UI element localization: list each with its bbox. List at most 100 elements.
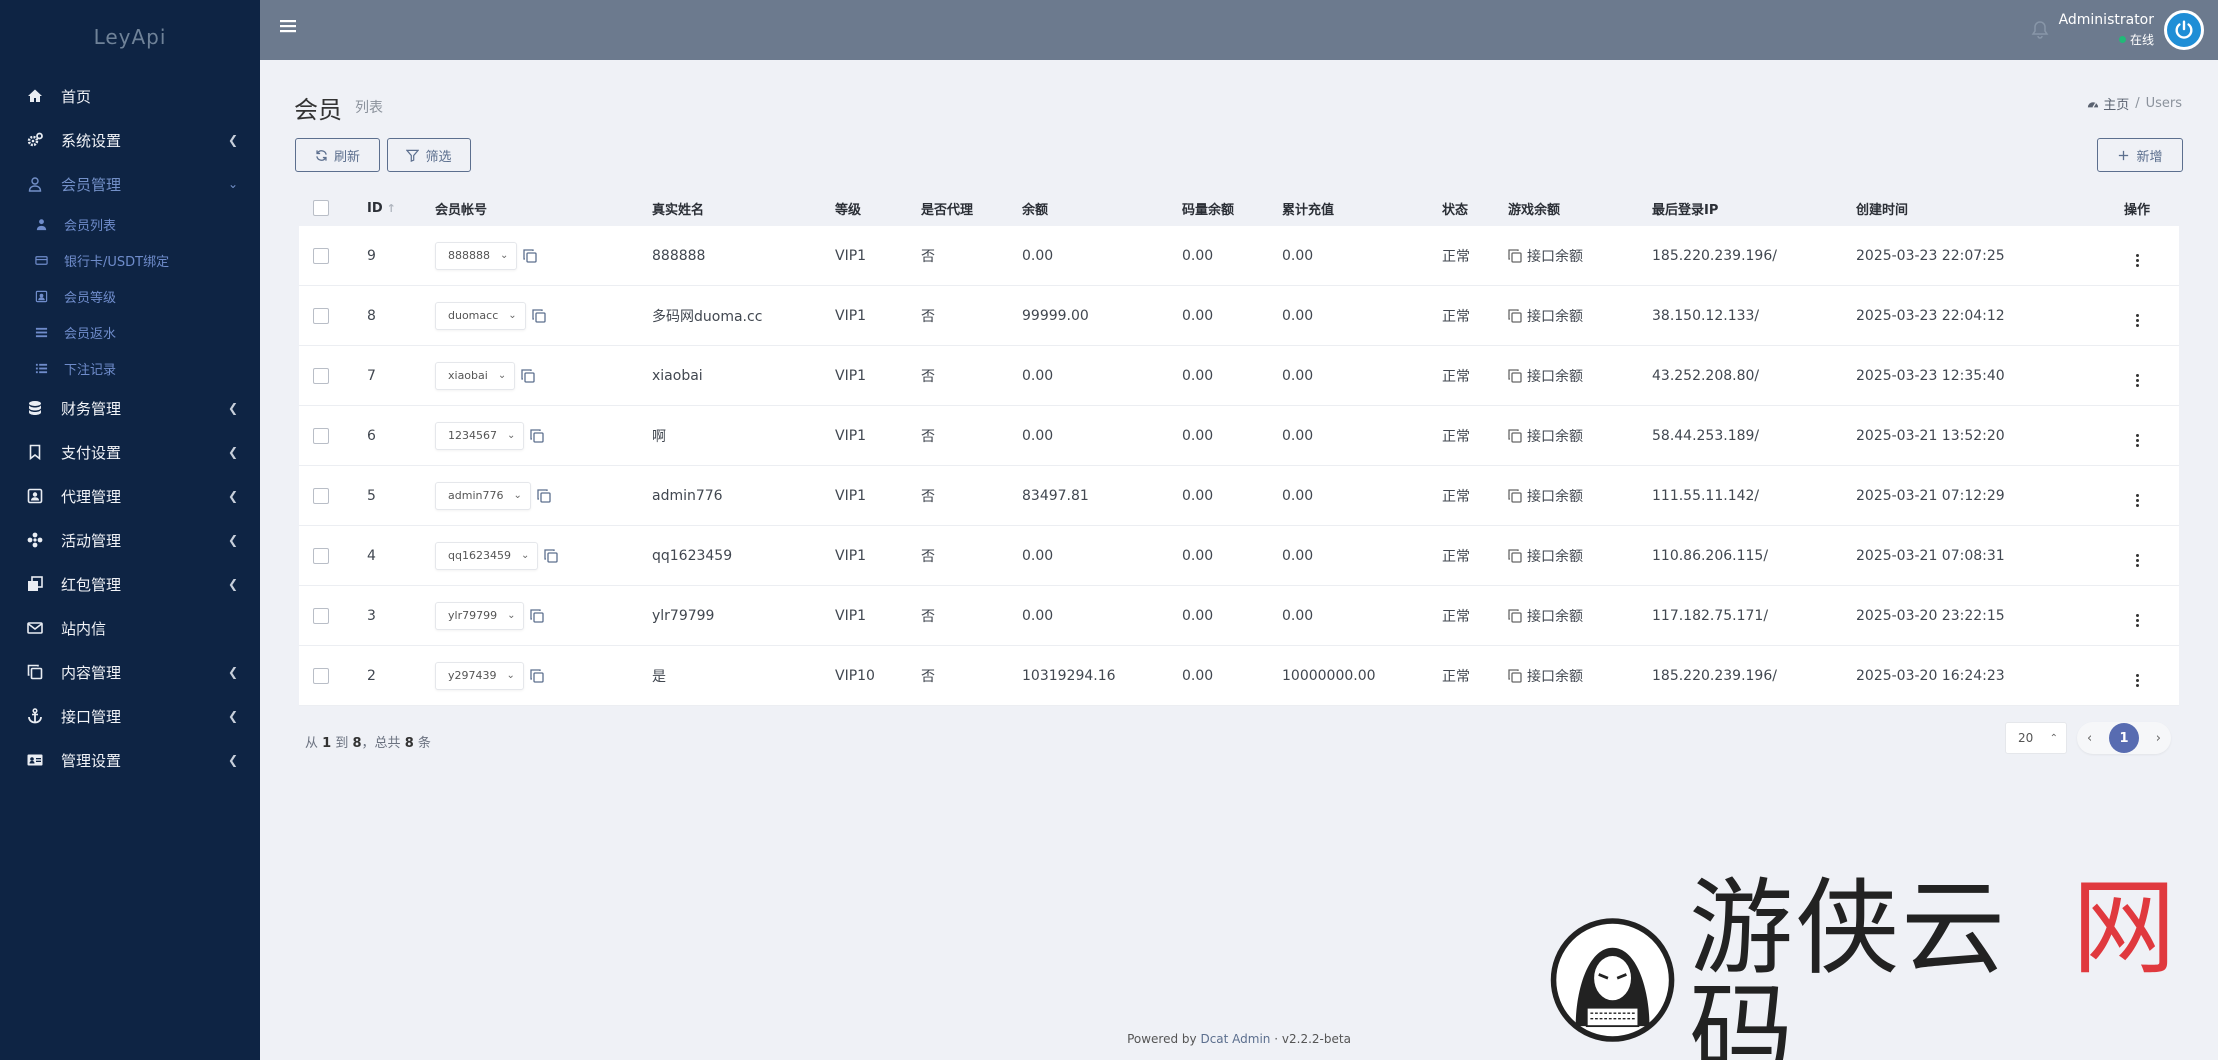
user-name[interactable]: Administrator xyxy=(2059,12,2154,28)
sidebar-item-payment[interactable]: 支付设置 ❮ xyxy=(0,430,260,474)
prev-page-icon[interactable]: ‹ xyxy=(2087,731,2092,746)
footer-product-link[interactable]: Dcat Admin xyxy=(1200,1032,1270,1046)
sidebar-item-home[interactable]: 首页 xyxy=(0,74,260,118)
sidebar-item-admin-settings[interactable]: 管理设置 ❮ xyxy=(0,738,260,782)
cell-game-balance[interactable]: 接口余额 xyxy=(1508,366,1652,386)
game-balance-link[interactable]: 接口余额 xyxy=(1527,666,1583,686)
badge-icon xyxy=(34,289,48,303)
cell-status: 正常 xyxy=(1442,668,1470,685)
bell-icon[interactable] xyxy=(2030,20,2050,40)
more-actions-icon[interactable] xyxy=(2135,673,2139,687)
more-actions-icon[interactable] xyxy=(2135,313,2139,327)
row-checkbox[interactable] xyxy=(313,367,329,384)
breadcrumb-home[interactable]: 主页 xyxy=(2087,94,2129,113)
more-actions-icon[interactable] xyxy=(2135,433,2139,447)
sidebar-item-api[interactable]: 接口管理 ❮ xyxy=(0,694,260,738)
cell-level: VIP1 xyxy=(835,247,867,264)
refresh-button[interactable]: 刷新 xyxy=(295,138,380,172)
more-actions-icon[interactable] xyxy=(2135,493,2139,507)
game-balance-link[interactable]: 接口余额 xyxy=(1527,366,1583,386)
sidebar-item-messages[interactable]: 站内信 xyxy=(0,606,260,650)
copy-icon[interactable] xyxy=(523,248,538,263)
select-all-checkbox[interactable] xyxy=(313,200,329,216)
copy-icon[interactable] xyxy=(530,668,544,683)
avatar[interactable] xyxy=(2164,10,2204,50)
sidebar-subitem-member-rebate[interactable]: 会员返水 xyxy=(0,314,260,350)
more-actions-icon[interactable] xyxy=(2135,613,2139,627)
sidebar: LeyApi 首页 系统设置 ❮ 会员管理 ⌄ 会员列表 银行卡/USDT绑定 … xyxy=(0,0,260,1060)
copy-icon xyxy=(1508,489,1522,503)
row-checkbox[interactable] xyxy=(313,547,329,564)
cell-is-agent: 否 xyxy=(921,428,935,445)
row-checkbox[interactable] xyxy=(313,487,329,504)
game-balance-link[interactable]: 接口余额 xyxy=(1527,426,1583,446)
row-checkbox[interactable] xyxy=(313,247,329,264)
cell-balance: 99999.00 xyxy=(1022,307,1089,324)
game-balance-link[interactable]: 接口余额 xyxy=(1527,606,1583,626)
account-dropdown[interactable]: y297439 ⌄ xyxy=(435,661,524,690)
cell-account: ylr79799 ⌄ xyxy=(435,601,652,630)
row-checkbox[interactable] xyxy=(313,307,329,324)
copy-icon[interactable] xyxy=(537,488,551,503)
copy-icon[interactable] xyxy=(521,368,535,383)
copy-icon[interactable] xyxy=(530,428,545,443)
cell-actions xyxy=(2097,365,2177,387)
more-actions-icon[interactable] xyxy=(2135,253,2139,267)
summary-from: 1 xyxy=(322,736,332,751)
cell-real-name: 888888 xyxy=(652,247,706,264)
row-checkbox[interactable] xyxy=(313,667,329,684)
sidebar-subitem-bank-card[interactable]: 银行卡/USDT绑定 xyxy=(0,242,260,278)
account-dropdown[interactable]: 1234567 ⌄ xyxy=(435,421,525,450)
copy-icon xyxy=(1508,249,1522,263)
watermark-text: 游侠云码网 xyxy=(1689,876,2178,1060)
per-page-select[interactable]: 20 ⌃ xyxy=(2005,722,2067,754)
page-number-current[interactable]: 1 xyxy=(2109,723,2139,753)
account-dropdown[interactable]: ylr79799 ⌄ xyxy=(435,601,525,630)
next-page-icon[interactable]: › xyxy=(2156,731,2161,746)
sidebar-item-agent[interactable]: 代理管理 ❮ xyxy=(0,474,260,518)
sidebar-item-members[interactable]: 会员管理 ⌄ xyxy=(0,162,260,206)
row-checkbox[interactable] xyxy=(313,607,329,624)
more-actions-icon[interactable] xyxy=(2135,373,2139,387)
brand-logo[interactable]: LeyApi xyxy=(0,0,260,74)
account-dropdown[interactable]: duomacc ⌄ xyxy=(435,301,526,330)
account-dropdown[interactable]: qq1623459 ⌄ xyxy=(435,541,539,570)
sidebar-subitem-member-level[interactable]: 会员等级 xyxy=(0,278,260,314)
sidebar-item-red-packet[interactable]: 红包管理 ❮ xyxy=(0,562,260,606)
cell-status: 正常 xyxy=(1442,308,1470,325)
row-checkbox[interactable] xyxy=(313,427,329,444)
cell-game-balance[interactable]: 接口余额 xyxy=(1508,606,1652,626)
cell-last-login-ip: 38.150.12.133/ xyxy=(1652,307,1760,324)
cell-game-balance[interactable]: 接口余额 xyxy=(1508,306,1652,326)
game-balance-link[interactable]: 接口余额 xyxy=(1527,246,1583,266)
cell-game-balance[interactable]: 接口余额 xyxy=(1508,426,1652,446)
cell-game-balance[interactable]: 接口余额 xyxy=(1508,246,1652,266)
account-dropdown[interactable]: admin776 ⌄ xyxy=(435,481,531,510)
cell-real-name: 多码网duoma.cc xyxy=(652,308,763,325)
sidebar-item-label: 财务管理 xyxy=(61,399,122,418)
game-balance-link[interactable]: 接口余额 xyxy=(1527,486,1583,506)
sidebar-subitem-member-list[interactable]: 会员列表 xyxy=(0,206,260,242)
sort-arrow-icon[interactable]: ↑ xyxy=(387,202,396,215)
add-button[interactable]: 新增 xyxy=(2097,138,2183,172)
copy-icon[interactable] xyxy=(531,308,546,323)
game-balance-link[interactable]: 接口余额 xyxy=(1527,546,1583,566)
sidebar-item-finance[interactable]: 财务管理 ❮ xyxy=(0,386,260,430)
filter-button[interactable]: 筛选 xyxy=(387,138,471,172)
cell-game-balance[interactable]: 接口余额 xyxy=(1508,546,1652,566)
column-header-id[interactable]: ID ↑ xyxy=(367,201,435,216)
sidebar-item-activity[interactable]: 活动管理 ❮ xyxy=(0,518,260,562)
cell-level: VIP1 xyxy=(835,487,867,504)
sidebar-item-content[interactable]: 内容管理 ❮ xyxy=(0,650,260,694)
account-dropdown[interactable]: 888888 ⌄ xyxy=(435,241,518,270)
copy-icon[interactable] xyxy=(544,548,559,563)
more-actions-icon[interactable] xyxy=(2135,553,2139,567)
menu-toggle-icon[interactable] xyxy=(280,18,298,34)
sidebar-subitem-bet-records[interactable]: 下注记录 xyxy=(0,350,260,386)
copy-icon[interactable] xyxy=(530,608,545,623)
game-balance-link[interactable]: 接口余额 xyxy=(1527,306,1583,326)
cell-game-balance[interactable]: 接口余额 xyxy=(1508,486,1652,506)
sidebar-item-system-settings[interactable]: 系统设置 ❮ xyxy=(0,118,260,162)
account-dropdown[interactable]: xiaobai ⌄ xyxy=(435,361,516,390)
cell-game-balance[interactable]: 接口余额 xyxy=(1508,666,1652,686)
